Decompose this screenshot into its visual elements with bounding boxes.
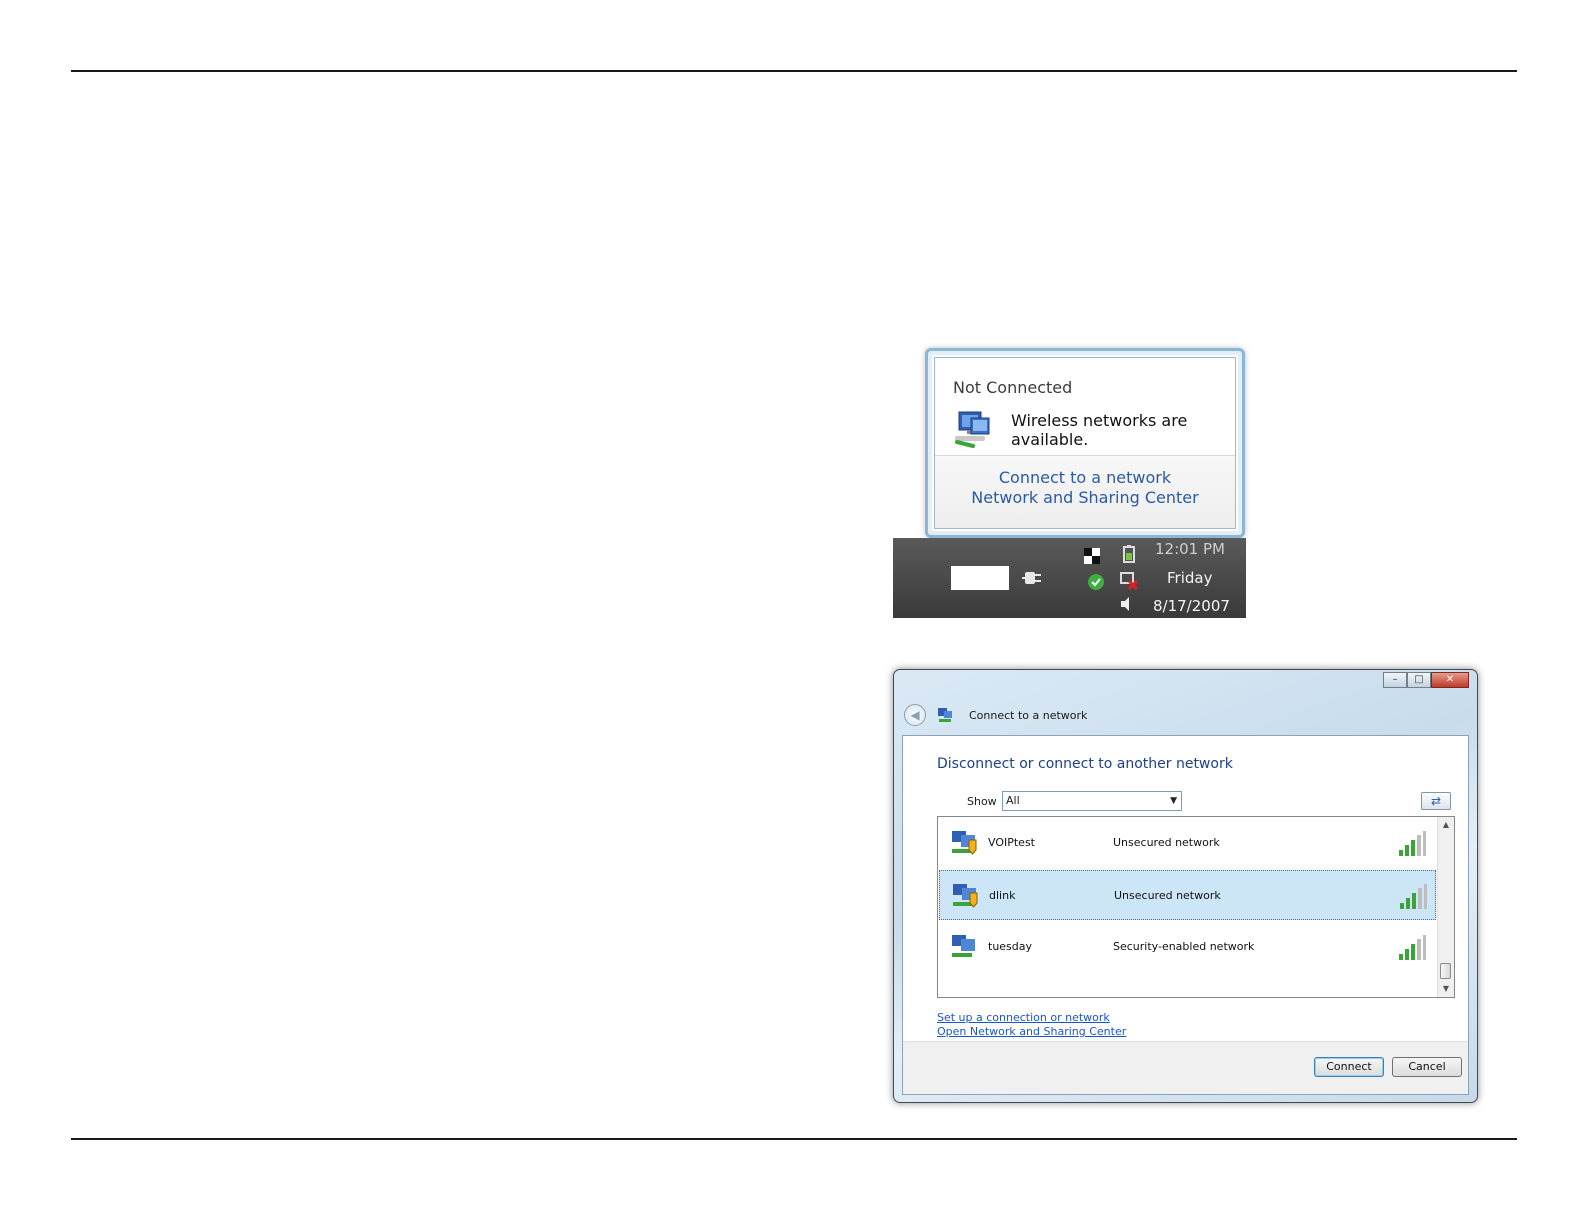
balloon-footer: Connect to a network Network and Sharing… [935, 455, 1235, 528]
show-label: Show [967, 795, 997, 808]
balloon-message: Wireless networks are available. [1011, 411, 1188, 449]
speaker-volume-icon[interactable] [1117, 594, 1137, 614]
wireless-network-icon [955, 411, 990, 448]
tray-time: 12:01 PM [1155, 540, 1225, 558]
signal-strength-icon [1399, 935, 1426, 960]
shield-check-icon[interactable] [1086, 572, 1106, 592]
tray-date: 8/17/2007 [1153, 597, 1230, 615]
security-center-icon[interactable] [1082, 546, 1102, 566]
connect-network-dialog: – □ ✕ ◀ Connect to a network Disconnect … [893, 669, 1478, 1103]
refresh-icon[interactable]: ⇄ [1421, 792, 1451, 810]
tray-day: Friday [1167, 569, 1213, 587]
back-arrow-icon[interactable]: ◀ [904, 704, 926, 726]
dialog-content: Disconnect or connect to another network… [902, 735, 1469, 1095]
network-sharing-center-link[interactable]: Network and Sharing Center [935, 488, 1235, 508]
network-title-icon [938, 708, 952, 722]
battery-power-icon[interactable] [1119, 544, 1139, 564]
network-row[interactable]: tuesday Security-enabled network [939, 922, 1436, 972]
maximize-button[interactable]: □ [1407, 672, 1431, 688]
scroll-thumb[interactable] [1440, 963, 1451, 979]
network-security: Unsecured network [1113, 836, 1220, 849]
cancel-button[interactable]: Cancel [1392, 1057, 1462, 1077]
connect-to-network-link[interactable]: Connect to a network [935, 468, 1235, 488]
open-sharing-center-link[interactable]: Open Network and Sharing Center [937, 1025, 1126, 1038]
network-list: VOIPtest Unsecured network dlink Unsecur… [937, 816, 1455, 998]
network-security: Security-enabled network [1113, 940, 1255, 953]
dialog-button-bar: Connect Cancel [903, 1041, 1468, 1094]
unsecured-network-icon [952, 831, 977, 855]
notification-balloon: Not Connected Wireless networks are avai… [925, 348, 1245, 538]
minimize-button[interactable]: – [1383, 672, 1407, 688]
connect-button[interactable]: Connect [1314, 1057, 1384, 1077]
taskbar-tray: 12:01 PM Friday 8/17/2007 [893, 538, 1246, 618]
scroll-up-icon[interactable]: ▲ [1438, 817, 1454, 833]
network-name: dlink [989, 889, 1016, 902]
signal-strength-icon [1399, 831, 1426, 856]
setup-connection-link[interactable]: Set up a connection or network [937, 1011, 1110, 1024]
network-security: Unsecured network [1114, 889, 1221, 902]
signal-strength-icon [1400, 884, 1427, 909]
show-filter-value: All [1006, 794, 1020, 807]
top-rule [71, 70, 1517, 72]
close-button[interactable]: ✕ [1431, 672, 1469, 688]
window-controls: – □ ✕ [1383, 672, 1469, 688]
network-row[interactable]: VOIPtest Unsecured network [939, 818, 1436, 868]
dialog-heading: Disconnect or connect to another network [937, 756, 1233, 772]
network-name: tuesday [988, 940, 1033, 953]
unsecured-network-icon [953, 884, 978, 908]
chevron-down-icon: ▼ [1170, 796, 1177, 806]
secured-network-icon [952, 935, 975, 957]
bottom-rule [71, 1138, 1517, 1140]
taskbar-blank-area [951, 566, 1009, 590]
list-scrollbar[interactable]: ▲ ▼ [1437, 817, 1454, 997]
balloon-title: Not Connected [953, 378, 1073, 397]
scroll-down-icon[interactable]: ▼ [1438, 981, 1454, 997]
network-disconnected-icon[interactable] [1119, 570, 1139, 590]
power-plug-icon[interactable] [1021, 566, 1045, 590]
network-row-selected[interactable]: dlink Unsecured network [939, 870, 1436, 920]
network-name: VOIPtest [988, 836, 1035, 849]
show-filter-dropdown[interactable]: All ▼ [1002, 791, 1182, 811]
dialog-title: Connect to a network [969, 709, 1088, 722]
